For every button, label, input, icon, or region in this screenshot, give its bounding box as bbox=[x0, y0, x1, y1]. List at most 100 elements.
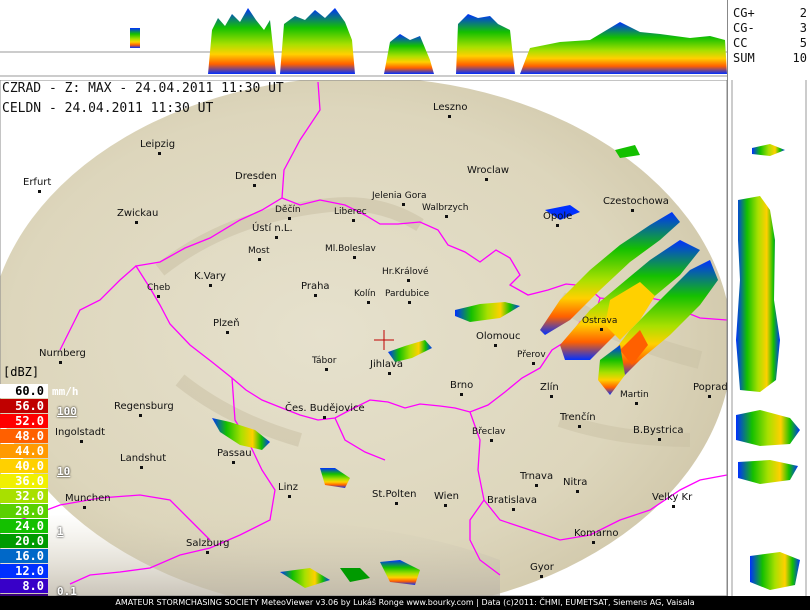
city-label: Plzeň bbox=[213, 318, 240, 329]
city-dot bbox=[232, 461, 235, 464]
city-label: Tábor bbox=[312, 356, 337, 366]
city-label: Čes. Budějovice bbox=[285, 403, 365, 414]
city-label: Přerov bbox=[517, 350, 546, 360]
city-dot bbox=[555, 224, 559, 227]
city-label: Jelenia Gora bbox=[372, 191, 427, 201]
city-label: Komarno bbox=[574, 528, 619, 539]
city-label: Břeclav bbox=[472, 427, 506, 437]
city-dot bbox=[225, 331, 229, 334]
city-label: Jihlava bbox=[370, 359, 404, 370]
city-dot bbox=[460, 393, 463, 396]
city-label: Opole bbox=[543, 211, 573, 222]
lightning-count-row: CG+ 2 bbox=[733, 6, 807, 21]
city-dot bbox=[252, 184, 256, 187]
city-label: Wroclaw bbox=[467, 165, 510, 176]
city-label: Kolín bbox=[354, 289, 376, 299]
city-label: Praha bbox=[301, 281, 330, 292]
city-dot bbox=[38, 190, 41, 193]
lightning-count-row: SUM 10 bbox=[733, 51, 807, 66]
right-cross-section bbox=[728, 80, 810, 596]
dbz-level-swatch: 44.0 bbox=[0, 444, 48, 458]
city-dot bbox=[493, 344, 497, 347]
dbz-level-swatch: 16.0 bbox=[0, 549, 48, 563]
dbz-unit-label: [dBZ] bbox=[3, 365, 40, 379]
city-label: Olomouc bbox=[476, 331, 521, 342]
dbz-level-swatch: 24.0 bbox=[0, 519, 48, 533]
city-label: Leipzig bbox=[140, 139, 176, 150]
city-label: Gyor bbox=[530, 562, 554, 573]
lightning-count-value: 2 bbox=[799, 6, 807, 20]
dbz-level-swatch: 32.0 bbox=[0, 489, 48, 503]
city-dot bbox=[387, 372, 391, 375]
city-label: Ostrava bbox=[582, 316, 618, 326]
city-dot bbox=[635, 402, 638, 405]
city-dot bbox=[274, 236, 278, 239]
city-label: K.Vary bbox=[194, 271, 226, 282]
lightning-count-row: CG- 3 bbox=[733, 21, 807, 36]
city-label: Passau bbox=[217, 448, 252, 459]
city-dot bbox=[140, 466, 143, 469]
city-dot bbox=[139, 414, 142, 417]
dbz-level-swatch: 40.0 bbox=[0, 459, 48, 473]
city-dot bbox=[532, 362, 535, 365]
city-dot bbox=[351, 219, 355, 222]
dbz-level-swatch: 52.0 bbox=[0, 414, 48, 428]
city-label: Velky Kr bbox=[652, 492, 693, 503]
lightning-count-label: CG- bbox=[733, 21, 755, 35]
lightning-counts: CG+ 2 CG- 3 CC 5 SUM 10 bbox=[733, 6, 807, 66]
rain-rate-label: 1 bbox=[57, 525, 64, 538]
city-dot bbox=[672, 505, 675, 508]
city-dot bbox=[209, 284, 212, 287]
city-dot bbox=[448, 115, 451, 118]
scale-units: [dBZ] bbox=[3, 365, 39, 379]
dbz-level-swatch: 56.0 bbox=[0, 399, 48, 413]
footer-credits: AMATEUR STORMCHASING SOCIETY MeteoViewer… bbox=[0, 596, 810, 610]
city-label: Landshut bbox=[120, 453, 167, 464]
city-label: Liberec bbox=[334, 207, 367, 217]
city-dot bbox=[630, 209, 634, 212]
dbz-level-swatch: 12.0 bbox=[0, 564, 48, 578]
city-dot bbox=[134, 221, 138, 224]
city-label: Linz bbox=[278, 482, 298, 493]
city-dot bbox=[708, 395, 711, 398]
city-dot bbox=[484, 178, 488, 181]
city-dot bbox=[535, 484, 538, 487]
rain-rate-label: 100 bbox=[57, 405, 77, 418]
city-dot bbox=[402, 203, 405, 206]
city-dot bbox=[512, 508, 515, 511]
city-dot bbox=[82, 506, 86, 509]
city-label: Trnava bbox=[520, 471, 554, 482]
lightning-count-value: 5 bbox=[799, 36, 807, 50]
city-dot bbox=[444, 215, 448, 218]
city-label: Hr.Králové bbox=[382, 267, 429, 277]
city-dot bbox=[313, 294, 317, 297]
city-dot bbox=[658, 438, 661, 441]
city-dot bbox=[352, 256, 356, 259]
city-label: Ústí n.L. bbox=[252, 223, 293, 234]
city-label: Regensburg bbox=[114, 401, 174, 412]
city-label: Poprad bbox=[693, 382, 728, 393]
city-label: Zwickau bbox=[117, 208, 159, 219]
city-dot bbox=[80, 440, 83, 443]
dbz-level-swatch: 20.0 bbox=[0, 534, 48, 548]
city-dot bbox=[550, 395, 553, 398]
city-dot bbox=[444, 504, 447, 507]
city-dot bbox=[59, 361, 62, 364]
rain-rate-label: 10 bbox=[57, 465, 71, 478]
city-label: Leszno bbox=[433, 102, 468, 113]
city-label: Nurnberg bbox=[39, 348, 86, 359]
city-dot bbox=[287, 217, 291, 220]
city-dot bbox=[258, 258, 261, 261]
city-label: Nitra bbox=[563, 477, 588, 488]
city-label: Wien bbox=[434, 491, 459, 502]
city-label: Pardubice bbox=[385, 289, 430, 299]
city-label: Dresden bbox=[235, 171, 277, 182]
city-label: Most bbox=[248, 246, 270, 256]
dbz-level-swatch: 60.0 bbox=[0, 384, 48, 398]
dbz-level-swatch: 48.0 bbox=[0, 429, 48, 443]
lightning-count-label: SUM bbox=[733, 51, 755, 65]
city-label: Ml.Boleslav bbox=[325, 244, 376, 254]
city-dot bbox=[599, 328, 603, 331]
lightning-count-value: 3 bbox=[799, 21, 807, 35]
city-label: Walbrzych bbox=[422, 203, 469, 213]
